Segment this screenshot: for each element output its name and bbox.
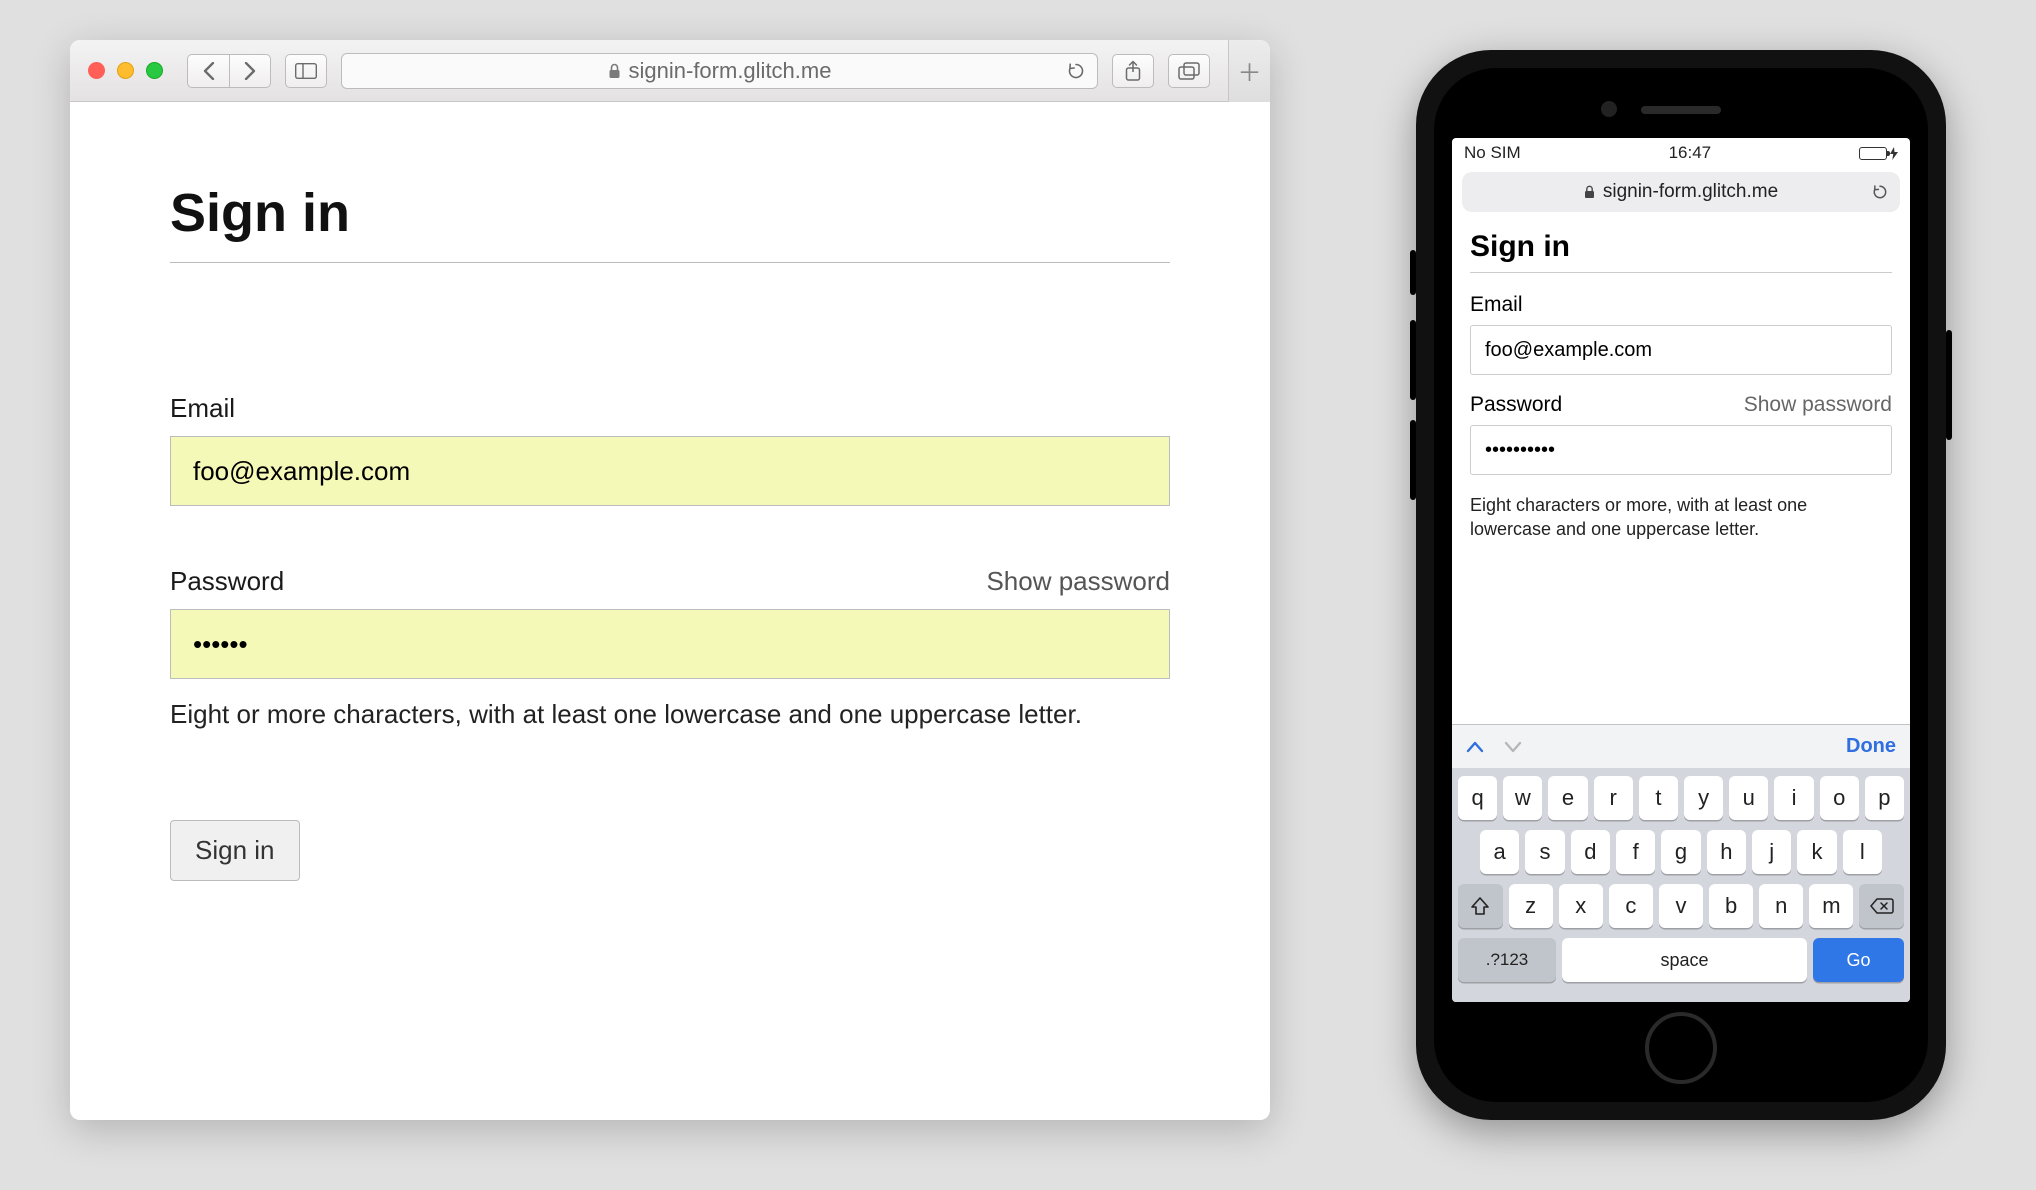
- keyboard-row-2: asdfghjkl: [1458, 830, 1904, 874]
- ios-url-text: signin-form.glitch.me: [1603, 181, 1778, 203]
- key-v[interactable]: v: [1659, 884, 1703, 928]
- key-u[interactable]: u: [1729, 776, 1768, 820]
- tabs-button[interactable]: [1168, 54, 1210, 88]
- ios-keyboard: qwertyuiop asdfghjkl zxcvbnm .?123 space…: [1452, 768, 1910, 1002]
- show-password-toggle[interactable]: Show password: [986, 566, 1170, 597]
- carrier-text: No SIM: [1464, 143, 1521, 163]
- back-button[interactable]: [187, 54, 229, 88]
- keyboard-accessory: Done: [1452, 724, 1910, 768]
- safari-window: signin-form.glitch.me ＋ Sign in Email Pa: [70, 40, 1270, 1120]
- address-bar[interactable]: signin-form.glitch.me: [341, 53, 1098, 89]
- zoom-window-button[interactable]: [146, 62, 163, 79]
- key-c[interactable]: c: [1609, 884, 1653, 928]
- previous-field-button[interactable]: [1466, 741, 1484, 753]
- key-y[interactable]: y: [1684, 776, 1723, 820]
- clock-text: 16:47: [1669, 143, 1712, 163]
- key-x[interactable]: x: [1559, 884, 1603, 928]
- password-hint: Eight characters or more, with at least …: [1470, 493, 1892, 542]
- ios-page-body: Sign in Email Password Show password Eig…: [1452, 222, 1910, 724]
- front-camera: [1601, 101, 1617, 117]
- key-s[interactable]: s: [1525, 830, 1564, 874]
- key-r[interactable]: r: [1594, 776, 1633, 820]
- minimize-window-button[interactable]: [117, 62, 134, 79]
- lock-icon: [1584, 185, 1595, 199]
- key-j[interactable]: j: [1752, 830, 1791, 874]
- status-bar: No SIM 16:47: [1452, 138, 1910, 168]
- space-key[interactable]: space: [1562, 938, 1807, 982]
- show-password-toggle[interactable]: Show password: [1744, 393, 1892, 417]
- key-m[interactable]: m: [1809, 884, 1853, 928]
- volume-down-button: [1410, 420, 1416, 500]
- speaker-grill: [1641, 106, 1721, 114]
- keyboard-row-4: .?123 space Go: [1458, 938, 1904, 982]
- backspace-key[interactable]: [1859, 884, 1904, 928]
- reload-button[interactable]: [1067, 62, 1085, 80]
- forward-button[interactable]: [229, 54, 271, 88]
- ios-address-bar[interactable]: signin-form.glitch.me: [1462, 172, 1900, 212]
- power-button: [1946, 330, 1952, 440]
- page-title: Sign in: [170, 182, 1170, 263]
- go-key[interactable]: Go: [1813, 938, 1904, 982]
- toolbar-right: [1112, 54, 1210, 88]
- keyboard-row-1: qwertyuiop: [1458, 776, 1904, 820]
- sidebar-button[interactable]: [285, 54, 327, 88]
- key-w[interactable]: w: [1503, 776, 1542, 820]
- password-input[interactable]: [1470, 425, 1892, 475]
- nav-button-group: [187, 54, 271, 88]
- key-z[interactable]: z: [1509, 884, 1553, 928]
- url-text: signin-form.glitch.me: [629, 58, 832, 84]
- key-k[interactable]: k: [1797, 830, 1836, 874]
- page-title: Sign in: [1470, 230, 1892, 273]
- email-input[interactable]: [1470, 325, 1892, 375]
- mute-switch: [1410, 250, 1416, 295]
- key-n[interactable]: n: [1759, 884, 1803, 928]
- charging-icon: [1890, 147, 1898, 160]
- iphone-screen: No SIM 16:47 signin-form.glitch.me Sign …: [1452, 138, 1910, 1002]
- close-window-button[interactable]: [88, 62, 105, 79]
- next-field-button[interactable]: [1504, 741, 1522, 753]
- key-f[interactable]: f: [1616, 830, 1655, 874]
- page-body: Sign in Email Password Show password Eig…: [70, 102, 1270, 1120]
- password-label: Password: [170, 566, 284, 597]
- key-q[interactable]: q: [1458, 776, 1497, 820]
- lock-icon: [608, 63, 621, 79]
- key-d[interactable]: d: [1571, 830, 1610, 874]
- key-p[interactable]: p: [1865, 776, 1904, 820]
- home-button[interactable]: [1645, 1012, 1717, 1084]
- key-a[interactable]: a: [1480, 830, 1519, 874]
- reload-button[interactable]: [1872, 184, 1888, 200]
- password-hint: Eight or more characters, with at least …: [170, 699, 1170, 730]
- key-e[interactable]: e: [1548, 776, 1587, 820]
- keyboard-row-3: zxcvbnm: [1458, 884, 1904, 928]
- email-label: Email: [170, 393, 235, 424]
- new-tab-button[interactable]: ＋: [1228, 40, 1270, 102]
- email-input[interactable]: [170, 436, 1170, 506]
- volume-up-button: [1410, 320, 1416, 400]
- key-g[interactable]: g: [1661, 830, 1700, 874]
- email-label: Email: [1470, 293, 1892, 317]
- keyboard-done-button[interactable]: Done: [1846, 735, 1896, 758]
- key-i[interactable]: i: [1774, 776, 1813, 820]
- submit-button[interactable]: Sign in: [170, 820, 300, 881]
- key-t[interactable]: t: [1639, 776, 1678, 820]
- safari-titlebar: signin-form.glitch.me ＋: [70, 40, 1270, 102]
- iphone-device: No SIM 16:47 signin-form.glitch.me Sign …: [1416, 50, 1946, 1120]
- email-group: Email: [170, 393, 1170, 506]
- window-controls: [88, 62, 163, 79]
- key-h[interactable]: h: [1707, 830, 1746, 874]
- shift-key[interactable]: [1458, 884, 1503, 928]
- password-input[interactable]: [170, 609, 1170, 679]
- numbers-key[interactable]: .?123: [1458, 938, 1556, 982]
- share-button[interactable]: [1112, 54, 1154, 88]
- key-b[interactable]: b: [1709, 884, 1753, 928]
- battery-indicator: [1859, 147, 1898, 160]
- key-o[interactable]: o: [1820, 776, 1859, 820]
- key-l[interactable]: l: [1843, 830, 1882, 874]
- password-group: Password Show password Eight or more cha…: [170, 566, 1170, 730]
- password-label: Password: [1470, 393, 1562, 417]
